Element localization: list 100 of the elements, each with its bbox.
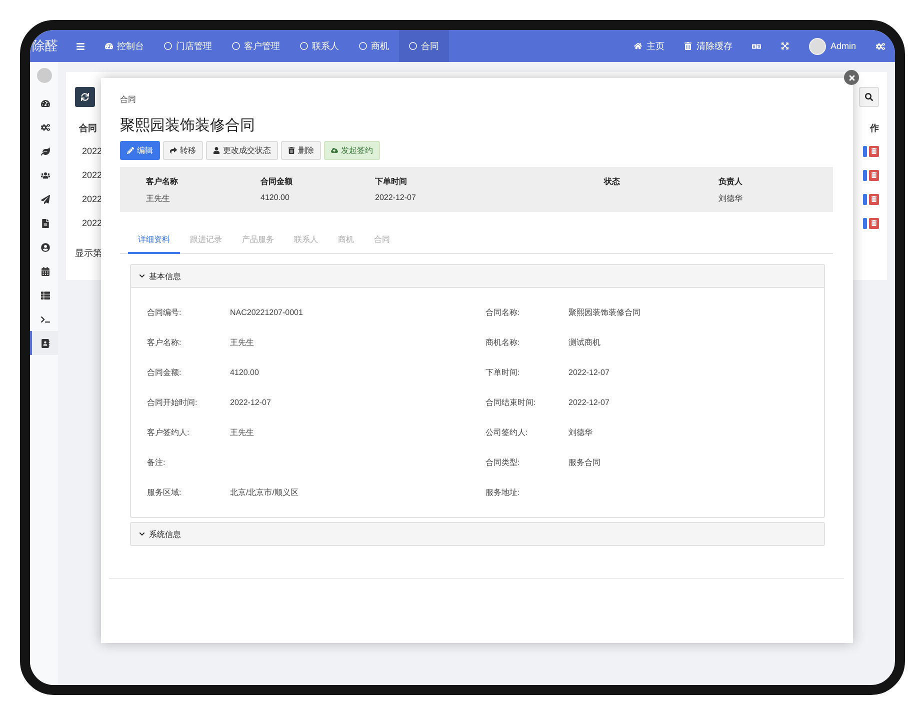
tab[interactable]: 联系人 xyxy=(284,231,328,254)
field-value: 刘德华 xyxy=(568,426,594,438)
sidebar-item[interactable] xyxy=(30,331,58,355)
calendar-icon xyxy=(40,266,50,276)
action-button[interactable]: 编辑 xyxy=(120,141,160,160)
nav-link[interactable]: 主页 xyxy=(624,30,674,62)
field-value: 2022-12-07 xyxy=(230,398,272,406)
summary-label: 下单时间 xyxy=(375,176,408,187)
search-button[interactable] xyxy=(859,87,879,107)
nav-link[interactable]: 清除缓存 xyxy=(674,30,742,62)
chevron-icon xyxy=(139,531,145,537)
field-value: NAC20221207-0001 xyxy=(230,308,304,316)
tab[interactable]: 产品服务 xyxy=(232,231,284,254)
refresh-icon xyxy=(81,93,89,101)
field-label: 合同金额: xyxy=(147,366,182,378)
panel-header[interactable]: 系统信息 xyxy=(131,523,824,545)
table-header-cell-text: 作 xyxy=(868,122,879,135)
table-cell-text: 2022 xyxy=(81,145,104,158)
trash-icon xyxy=(871,196,877,202)
trash-icon xyxy=(684,42,692,50)
contact-book-icon xyxy=(40,338,50,348)
action-button[interactable]: 删除 xyxy=(281,141,321,160)
delete-button[interactable] xyxy=(869,194,879,204)
field-value: 王先生 xyxy=(230,426,255,438)
delete-button[interactable] xyxy=(869,218,879,228)
panel-header[interactable]: 基本信息 xyxy=(131,265,824,287)
settings-icon xyxy=(876,42,885,50)
file-icon xyxy=(40,218,50,228)
field-label: 服务地址: xyxy=(486,486,521,498)
trash-icon xyxy=(871,148,877,154)
leaf-icon xyxy=(40,146,50,156)
field-label: 服务区域: xyxy=(147,486,182,498)
table-cell-text: 2022 xyxy=(81,193,104,206)
fullscreen-icon xyxy=(781,42,790,50)
tab[interactable]: 详细资料 xyxy=(128,231,180,254)
summary-value: 2022-12-07 xyxy=(375,193,417,202)
nav-tab[interactable]: 联系人 xyxy=(290,30,349,62)
field-label: 商机名称: xyxy=(486,336,521,348)
field-label: 合同开始时间: xyxy=(147,396,198,408)
summary-label: 客户名称 xyxy=(146,176,179,187)
nav-tab[interactable]: 商机 xyxy=(349,30,399,62)
field-value: 王先生 xyxy=(230,336,255,348)
edit-button[interactable] xyxy=(863,218,867,228)
search-icon xyxy=(865,93,873,101)
delete-button[interactable] xyxy=(869,146,879,156)
edit-button[interactable] xyxy=(863,194,867,204)
nav-tab[interactable]: 客户管理 xyxy=(222,30,290,62)
trash-icon xyxy=(871,220,877,226)
summary-label: 合同金额 xyxy=(260,176,294,187)
pagination-text: 显示第 xyxy=(75,247,103,260)
close-icon xyxy=(848,74,856,82)
share-arrow-icon xyxy=(170,147,177,154)
nav-tab[interactable]: 合同 xyxy=(399,30,449,62)
action-button[interactable]: 转移 xyxy=(163,141,203,160)
nav-tab[interactable]: 门店管理 xyxy=(154,30,222,62)
summary-value: 4120.00 xyxy=(260,193,290,202)
panel-title: 系统信息 xyxy=(149,528,181,540)
dialog-title: 聚熙园装饰装修合同 xyxy=(120,116,256,135)
panel-title: 基本信息 xyxy=(149,270,181,282)
user-menu[interactable]: Admin xyxy=(799,30,866,62)
edit-button[interactable] xyxy=(863,146,867,156)
field-value: 测试商机 xyxy=(568,336,602,348)
paper-plane-icon xyxy=(40,194,50,204)
nav-tab[interactable]: 控制台 xyxy=(95,30,154,62)
summary-value: 王先生 xyxy=(146,193,171,204)
field-label: 客户名称: xyxy=(147,336,182,348)
field-label: 备注: xyxy=(147,456,166,468)
summary-label: 状态 xyxy=(604,176,621,187)
field-value: 2022-12-07 xyxy=(568,398,610,406)
tab[interactable]: 合同 xyxy=(364,231,400,254)
field-label: 合同名称: xyxy=(486,306,521,318)
list-icon xyxy=(40,290,50,300)
chevron-icon xyxy=(139,273,145,279)
gears-icon xyxy=(40,122,50,132)
cloud-upload-icon xyxy=(331,147,338,154)
tab[interactable]: 商机 xyxy=(328,231,364,254)
menu-icon xyxy=(76,42,85,50)
dashboard-icon xyxy=(105,42,113,50)
tab[interactable]: 跟进记录 xyxy=(180,231,232,254)
field-value: 4120.00 xyxy=(230,368,260,376)
summary-value: 刘德华 xyxy=(718,193,744,204)
action-button[interactable]: 发起签约 xyxy=(324,141,380,160)
field-value: 2022-12-07 xyxy=(568,368,610,376)
edit-button[interactable] xyxy=(863,170,867,180)
refresh-button[interactable] xyxy=(75,87,95,107)
home-icon xyxy=(634,42,642,50)
dashboard-icon xyxy=(40,98,50,108)
pencil-icon xyxy=(127,147,134,154)
field-label: 合同编号: xyxy=(147,306,182,318)
table-header-cell-text: 合同 xyxy=(78,122,98,135)
user-icon xyxy=(40,242,50,252)
breadcrumb: 合同 xyxy=(120,94,137,105)
close-button[interactable] xyxy=(844,70,859,85)
action-button[interactable]: 更改成交状态 xyxy=(206,141,278,160)
field-label: 合同结束时间: xyxy=(486,396,537,408)
table-cell-text: 2022 xyxy=(81,169,104,182)
delete-button[interactable] xyxy=(869,170,879,180)
translate-icon xyxy=(752,42,762,50)
field-value: 北京/北京市/顺义区 xyxy=(230,486,300,498)
summary-label: 负责人 xyxy=(718,176,744,187)
